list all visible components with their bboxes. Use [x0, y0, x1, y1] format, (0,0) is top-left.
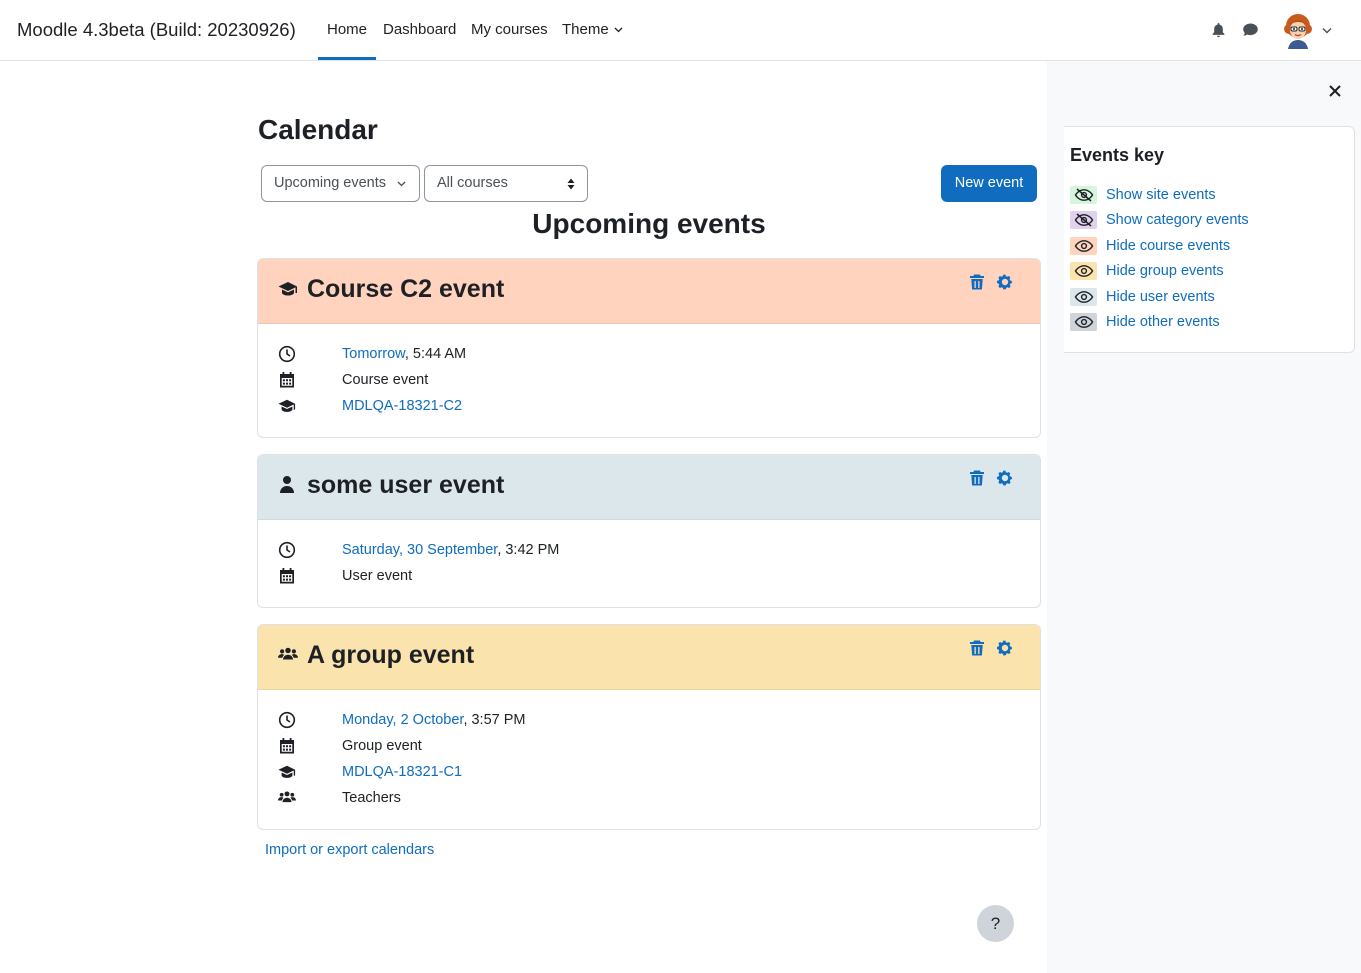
sort-icon [567, 178, 575, 190]
course-select[interactable]: All courses [424, 165, 588, 202]
clock-icon [278, 541, 296, 559]
clock-icon [278, 345, 296, 363]
import-export-link[interactable]: Import or export calendars [265, 842, 434, 858]
users-icon [278, 791, 296, 803]
event-group-label: Teachers [342, 790, 401, 806]
calendar-icon [280, 738, 294, 754]
user-icon [280, 476, 294, 493]
eye-slash-icon [1070, 186, 1097, 204]
event-title[interactable]: A group event [307, 641, 474, 670]
view-select[interactable]: Upcoming events [261, 165, 420, 202]
users-icon [278, 647, 298, 660]
key-toggle-site[interactable]: Show site events [1070, 185, 1216, 205]
nav-item-theme[interactable]: Theme [562, 21, 623, 38]
event-time: , 5:44 AM [404, 346, 467, 362]
event-course-link[interactable]: MDLQA-18321-C1 [342, 764, 462, 780]
eye-icon [1070, 288, 1097, 306]
chevron-down-icon[interactable] [1322, 27, 1332, 34]
event-card: some user event Saturday, 30 September, … [257, 454, 1041, 608]
event-title[interactable]: some user event [307, 471, 504, 500]
avatar[interactable] [1282, 13, 1314, 49]
key-toggle-other[interactable]: Hide other events [1070, 312, 1220, 332]
event-date-link[interactable]: Tomorrow [342, 346, 405, 362]
nav-item-my-courses[interactable]: My courses [471, 21, 548, 38]
eye-icon [1070, 262, 1097, 280]
event-header: Course C2 event [258, 259, 1040, 324]
event-card: Course C2 event Tomorrow, 5:44 AM Course… [257, 258, 1041, 438]
event-title[interactable]: Course C2 event [307, 275, 504, 304]
event-date-link[interactable]: Monday, 2 October [342, 712, 463, 728]
nav-item-dashboard[interactable]: Dashboard [383, 21, 456, 38]
key-label: Show site events [1106, 187, 1216, 203]
gear-icon[interactable] [996, 273, 1014, 291]
nav-item-theme-label: Theme [562, 21, 609, 38]
event-time: , 3:57 PM [463, 712, 526, 728]
key-label: Show category events [1106, 212, 1249, 228]
new-event-button[interactable]: New event [941, 165, 1037, 202]
events-key-title: Events key [1070, 145, 1165, 165]
event-header: some user event [258, 455, 1040, 520]
eye-icon [1070, 237, 1097, 255]
event-type-label: Course event [342, 372, 429, 388]
key-toggle-course[interactable]: Hide course events [1070, 236, 1230, 256]
gear-icon[interactable] [996, 639, 1014, 657]
bell-icon[interactable] [1211, 22, 1226, 38]
key-label: Hide group events [1106, 263, 1224, 279]
nav-item-home[interactable]: Home [317, 21, 377, 60]
key-label: Hide course events [1106, 238, 1231, 254]
calendar-icon [280, 568, 294, 584]
event-card: A group event Monday, 2 October, 3:57 PM… [257, 624, 1041, 830]
key-toggle-group[interactable]: Hide group events [1070, 261, 1224, 281]
key-toggle-category[interactable]: Show category events [1070, 210, 1249, 230]
trash-icon[interactable] [968, 273, 986, 291]
site-brand[interactable]: Moodle 4.3beta (Build: 20230926) [17, 19, 296, 41]
trash-icon[interactable] [968, 469, 986, 487]
graduation-cap-icon [278, 282, 297, 296]
view-select-value: Upcoming events [274, 175, 387, 191]
top-navbar: Moodle 4.3beta (Build: 20230926) Home Da… [0, 0, 1361, 61]
event-type-label: User event [342, 568, 413, 584]
help-button[interactable]: ? [977, 905, 1014, 942]
close-icon[interactable] [1326, 82, 1344, 100]
calendar-icon [280, 372, 294, 388]
course-select-value: All courses [437, 175, 508, 191]
event-type-label: Group event [342, 738, 422, 754]
graduation-cap-icon [278, 399, 296, 412]
chat-icon[interactable] [1242, 22, 1259, 38]
key-label: Hide user events [1106, 289, 1215, 305]
event-time: , 3:42 PM [497, 542, 560, 558]
clock-icon [278, 711, 296, 729]
eye-icon [1070, 313, 1097, 331]
eye-slash-icon [1070, 211, 1097, 229]
chevron-down-icon [397, 181, 406, 187]
key-toggle-user[interactable]: Hide user events [1070, 287, 1215, 307]
key-label: Hide other events [1106, 314, 1220, 330]
events-key-block: Events key Show site events Show categor… [1064, 126, 1355, 353]
trash-icon[interactable] [968, 639, 986, 657]
event-header: A group event [258, 625, 1040, 690]
chevron-down-icon [614, 27, 623, 33]
gear-icon[interactable] [996, 469, 1014, 487]
section-heading: Upcoming events [532, 208, 766, 239]
event-course-link[interactable]: MDLQA-18321-C2 [342, 398, 462, 414]
page-title: Calendar [258, 114, 378, 145]
event-date-link[interactable]: Saturday, 30 September [342, 542, 497, 558]
graduation-cap-icon [278, 765, 296, 778]
